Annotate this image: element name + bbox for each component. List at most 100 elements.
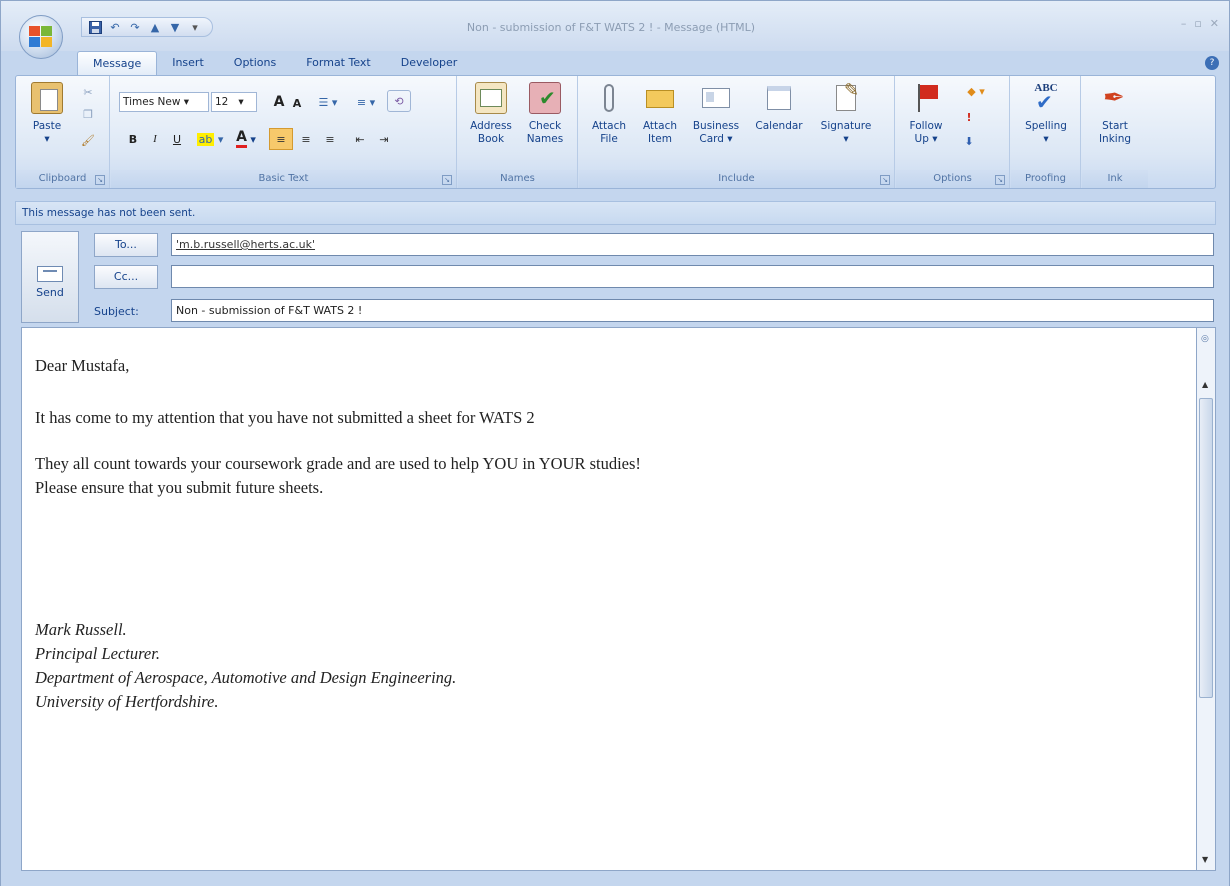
to-field[interactable]: 'm.b.russell@herts.ac.uk' — [171, 233, 1214, 256]
spelling-button[interactable]: ABC ✔ Spelling ▾ — [1017, 80, 1075, 146]
ink-group-label: Ink — [1082, 170, 1148, 188]
tab-insert[interactable]: Insert — [157, 51, 219, 75]
options-group: Follow Up ▾ ◆ ▾ ! ⬇ Options ↘ — [896, 76, 1010, 188]
customize-toolbar-icon[interactable]: ▾ — [188, 20, 202, 34]
calendar-button[interactable]: Calendar — [747, 80, 811, 133]
spelling-check-icon: ABC ✔ — [1034, 82, 1058, 114]
names-group: Address Book ✔ Check Names Names — [458, 76, 578, 188]
message-body[interactable]: Dear Mustafa, It has come to my attentio… — [21, 327, 1216, 871]
envelope-icon — [644, 82, 676, 114]
tab-options[interactable]: Options — [219, 51, 291, 75]
signature-icon: ✎ — [830, 82, 862, 114]
send-button[interactable]: Send — [21, 231, 79, 323]
format-painter-icon[interactable]: 🖌 — [80, 132, 96, 148]
window-title: Non - submission of F&T WATS 2 ! - Messa… — [466, 21, 756, 34]
basic-text-launcher-icon[interactable]: ↘ — [442, 175, 452, 185]
font-name-select[interactable]: Times New ▾ — [119, 92, 209, 112]
paperclip-icon — [593, 82, 625, 114]
ribbon-tabs: Message Insert Options Format Text Devel… — [77, 51, 472, 75]
minimize-icon[interactable]: – — [1181, 17, 1187, 30]
calendar-icon — [763, 82, 795, 114]
styles-icon[interactable]: ⟲ — [387, 90, 411, 112]
ink-group: ✒ Start Inking Ink — [1082, 76, 1148, 188]
decrease-indent-icon[interactable]: ⇤ — [349, 128, 371, 150]
include-group: Attach File Attach Item Business Card ▾ Cal… — [579, 76, 895, 188]
bullets-icon[interactable]: ☰ ▾ — [311, 92, 345, 112]
options-group-label: Options — [896, 170, 1009, 188]
low-importance-icon[interactable]: ⬇ — [960, 132, 978, 150]
office-logo-icon — [29, 26, 53, 48]
pen-icon: ✒ — [1103, 83, 1125, 113]
check-names-button[interactable]: ✔ Check Names — [516, 80, 574, 146]
save-icon[interactable] — [88, 20, 102, 34]
tab-message[interactable]: Message — [77, 51, 158, 75]
align-right-icon[interactable]: ≡ — [319, 128, 341, 150]
address-book-icon — [475, 82, 507, 114]
window-bottom-edge — [1, 873, 1229, 886]
proofing-group: ABC ✔ Spelling ▾ Proofing — [1011, 76, 1081, 188]
message-header: Send To... Cc... Subject: 'm.b.russell@h… — [1, 225, 1229, 325]
start-inking-button[interactable]: ✒ Start Inking — [1086, 80, 1144, 146]
flag-icon — [910, 82, 942, 114]
follow-up-button[interactable]: Follow Up ▾ — [900, 80, 952, 146]
send-envelope-icon — [37, 266, 63, 282]
font-size-select[interactable]: 12 ▾ — [211, 92, 257, 112]
ribbon: Paste ▾ ✂ ❐ 🖌 Clipboard ↘ Times New ▾ 12 … — [15, 75, 1216, 189]
attach-file-button[interactable]: Attach File — [583, 80, 635, 146]
signature-university: University of Hertfordshire. — [35, 692, 219, 711]
scroll-up-icon[interactable]: ▲ — [1202, 380, 1208, 389]
restore-icon[interactable]: ▫ — [1194, 17, 1201, 30]
options-launcher-icon[interactable]: ↘ — [995, 175, 1005, 185]
categorize-icon[interactable]: ◆ ▾ — [960, 82, 992, 100]
numbering-icon[interactable]: ≡ ▾ — [349, 92, 383, 112]
vertical-scrollbar[interactable]: ◎ ▲ ▼ — [1196, 327, 1216, 871]
cc-field[interactable] — [171, 265, 1214, 288]
clipboard-launcher-icon[interactable]: ↘ — [95, 175, 105, 185]
font-color-button[interactable]: A ▾ — [229, 128, 263, 150]
proofing-group-label: Proofing — [1011, 170, 1080, 188]
names-group-label: Names — [458, 170, 577, 188]
scroll-down-icon[interactable]: ▼ — [1202, 855, 1208, 864]
italic-button[interactable]: I — [147, 130, 163, 148]
greeting-line: Dear Mustafa, — [35, 356, 130, 375]
tab-format-text[interactable]: Format Text — [291, 51, 386, 75]
scroll-controls-icon[interactable]: ◎ — [1201, 334, 1209, 344]
align-center-icon[interactable]: ≡ — [295, 128, 317, 150]
redo-icon[interactable]: ↷ — [128, 20, 142, 34]
subject-field[interactable]: Non - submission of F&T WATS 2 ! — [171, 299, 1214, 322]
signature-department: Department of Aerospace, Automotive and … — [35, 668, 457, 687]
to-recipient[interactable]: 'm.b.russell@herts.ac.uk' — [176, 238, 315, 251]
signature-button[interactable]: ✎ Signature ▾ — [813, 80, 879, 146]
previous-item-icon[interactable]: ▲ — [148, 20, 162, 34]
office-button[interactable] — [19, 15, 63, 59]
copy-icon[interactable]: ❐ — [80, 106, 96, 122]
body-line-2: They all count towards your coursework g… — [35, 454, 641, 473]
tab-developer[interactable]: Developer — [386, 51, 473, 75]
address-book-button[interactable]: Address Book — [462, 80, 520, 146]
high-importance-icon[interactable]: ! — [960, 108, 978, 126]
scrollbar-thumb[interactable] — [1199, 398, 1213, 698]
increase-indent-icon[interactable]: ⇥ — [373, 128, 395, 150]
cut-icon[interactable]: ✂ — [80, 84, 96, 100]
highlight-icon[interactable]: ab ▾ — [193, 128, 227, 150]
cc-button[interactable]: Cc... — [94, 265, 158, 289]
include-launcher-icon[interactable]: ↘ — [880, 175, 890, 185]
subject-label: Subject: — [94, 305, 139, 318]
next-item-icon[interactable]: ▼ — [168, 20, 182, 34]
clipboard-group: Paste ▾ ✂ ❐ 🖌 Clipboard ↘ — [16, 76, 110, 188]
grow-font-button[interactable]: A — [269, 92, 289, 112]
paste-button[interactable]: Paste ▾ — [18, 80, 76, 146]
signature-title: Principal Lecturer. — [35, 644, 160, 663]
attach-item-button[interactable]: Attach Item — [635, 80, 685, 146]
underline-button[interactable]: U — [169, 130, 185, 148]
bold-button[interactable]: B — [125, 130, 141, 148]
close-icon[interactable]: ✕ — [1210, 17, 1219, 30]
basic-text-group: Times New ▾ 12 ▾ A A ☰ ▾ ≡ ▾ ⟲ B I U ab … — [111, 76, 457, 188]
align-left-icon[interactable]: ≡ — [269, 128, 293, 150]
shrink-font-button[interactable]: A — [289, 94, 305, 112]
help-icon[interactable]: ? — [1205, 56, 1219, 70]
business-card-button[interactable]: Business Card ▾ — [685, 80, 747, 146]
quick-access-toolbar: ↶ ↷ ▲ ▼ ▾ — [81, 17, 213, 37]
to-button[interactable]: To... — [94, 233, 158, 257]
undo-icon[interactable]: ↶ — [108, 20, 122, 34]
